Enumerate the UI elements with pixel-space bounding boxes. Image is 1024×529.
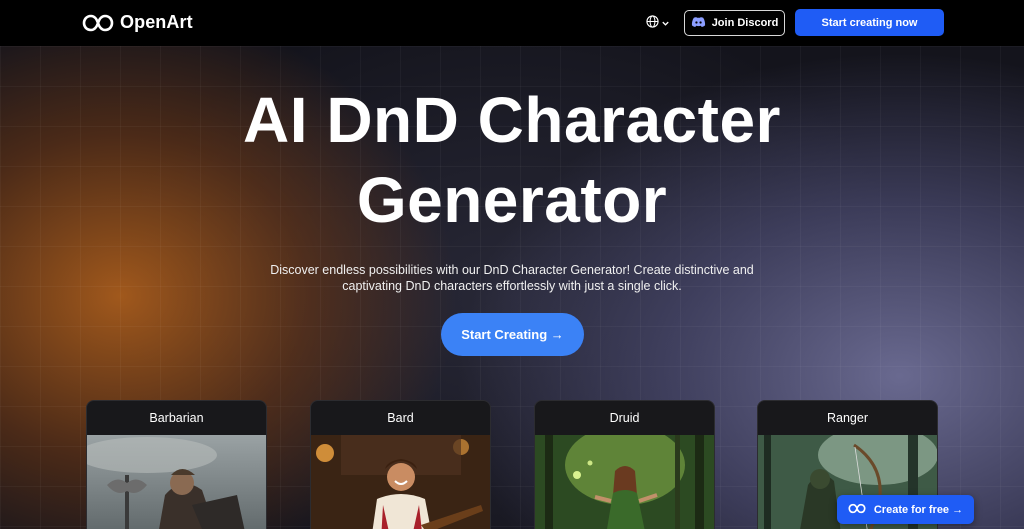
chevron-down-icon <box>661 15 670 33</box>
discord-icon <box>691 16 706 31</box>
create-for-free-button[interactable]: Create for free → <box>837 495 974 524</box>
barbarian-image <box>87 435 266 529</box>
title-line-2: Generator <box>356 164 668 236</box>
start-creating-now-button[interactable]: Start creating now <box>795 9 944 36</box>
openart-logo-icon <box>82 13 114 33</box>
language-selector[interactable] <box>646 15 670 33</box>
brand-name: OpenArt <box>120 12 193 32</box>
title-line-1: AI DnD Character <box>243 84 781 156</box>
brand-logo[interactable]: OpenArt <box>82 12 193 33</box>
card-barbarian[interactable]: Barbarian <box>86 400 267 529</box>
globe-icon <box>646 15 659 33</box>
card-label: Druid <box>609 411 640 425</box>
page-title: AI DnD Character Generator <box>0 80 1024 240</box>
card-label: Ranger <box>827 411 868 425</box>
hero-subtitle: Discover endless possibilities with our … <box>250 262 774 294</box>
card-druid[interactable]: Druid <box>534 400 715 529</box>
discord-label: Join Discord <box>711 17 779 29</box>
top-navbar: OpenArt Join Discord Start creating now <box>0 0 1024 46</box>
create-for-free-label: Create for free → <box>873 503 964 516</box>
card-bard[interactable]: Bard <box>310 400 491 529</box>
subtitle-line-2: captivating DnD characters effortlessly … <box>342 279 682 293</box>
card-label: Bard <box>387 411 414 425</box>
subtitle-line-1: Discover endless possibilities with our … <box>270 263 754 277</box>
druid-image <box>535 435 714 529</box>
join-discord-button[interactable]: Join Discord <box>684 10 785 36</box>
card-label: Barbarian <box>149 411 204 425</box>
bard-image <box>311 435 490 529</box>
start-creating-button[interactable]: Start Creating → <box>441 313 584 356</box>
openart-logo-icon <box>848 503 866 517</box>
